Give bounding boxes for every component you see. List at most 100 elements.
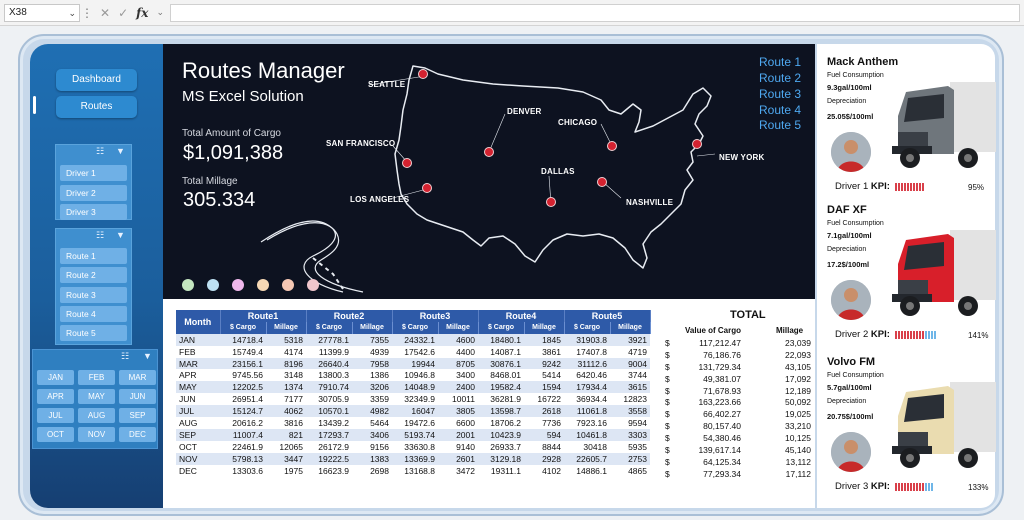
cargo-cell[interactable]: 15749.4	[220, 345, 266, 358]
millage-cell[interactable]: 1594	[524, 381, 564, 394]
formula-input[interactable]	[170, 3, 1020, 22]
millage-cell[interactable]: 3472	[438, 464, 478, 477]
millage-cell[interactable]: 4062	[266, 405, 306, 418]
millage-cell[interactable]: 4982	[352, 405, 392, 418]
millage-cell[interactable]: 3744	[610, 369, 650, 382]
cargo-cell[interactable]: 10946.8	[392, 369, 438, 382]
cargo-cell[interactable]: 17934.4	[564, 381, 610, 394]
millage-cell[interactable]: 3805	[438, 405, 478, 418]
millage-cell[interactable]: 1845	[524, 333, 564, 346]
millage-cell[interactable]: 2601	[438, 452, 478, 465]
millage-cell[interactable]: 594	[524, 428, 564, 441]
month-cell[interactable]: JUL	[176, 405, 220, 418]
millage-cell[interactable]: 8705	[438, 357, 478, 370]
total-value-cell[interactable]: 76,186.76	[681, 349, 743, 361]
millage-cell[interactable]: 8844	[524, 440, 564, 453]
millage-cell[interactable]: 4400	[438, 345, 478, 358]
month-cell[interactable]: FEB	[176, 345, 220, 358]
millage-cell[interactable]: 3303	[610, 428, 650, 441]
cargo-cell[interactable]: 5193.74	[392, 428, 438, 441]
slicer-item-month[interactable]: AUG	[78, 408, 115, 423]
millage-cell[interactable]: 10011	[438, 393, 478, 406]
millage-cell[interactable]: 821	[266, 428, 306, 441]
millage-cell[interactable]: 3921	[610, 333, 650, 346]
millage-cell[interactable]: 9004	[610, 357, 650, 370]
cargo-cell[interactable]: 36281.9	[478, 393, 524, 406]
slicer-item-month[interactable]: FEB	[78, 370, 115, 385]
month-cell[interactable]: APR	[176, 369, 220, 382]
total-value-cell[interactable]: 139,617.14	[681, 444, 743, 456]
multi-select-icon[interactable]: ☷	[96, 146, 104, 157]
millage-cell[interactable]: 3206	[352, 381, 392, 394]
slicer-item-route-3[interactable]: Route 3	[60, 287, 127, 303]
total-value-cell[interactable]: 131,729.34	[681, 361, 743, 373]
cargo-cell[interactable]: 18706.2	[478, 417, 524, 429]
cargo-cell[interactable]: 10461.8	[564, 428, 610, 441]
millage-cell[interactable]: 16722	[524, 393, 564, 406]
cargo-cell[interactable]: 19222.5	[306, 452, 352, 465]
cargo-cell[interactable]: 22605.7	[564, 452, 610, 465]
millage-cell[interactable]: 3406	[352, 428, 392, 441]
cargo-cell[interactable]: 3129.18	[478, 452, 524, 465]
cargo-cell[interactable]: 26951.4	[220, 393, 266, 406]
month-cell[interactable]: AUG	[176, 417, 220, 429]
cargo-cell[interactable]: 19944	[392, 357, 438, 370]
cargo-cell[interactable]: 13439.2	[306, 417, 352, 429]
millage-cell[interactable]: 5318	[266, 333, 306, 346]
slicer-item-route-5[interactable]: Route 5	[60, 325, 127, 341]
millage-cell[interactable]: 7958	[352, 357, 392, 370]
millage-cell[interactable]: 4174	[266, 345, 306, 358]
month-cell[interactable]: MAR	[176, 357, 220, 370]
cargo-cell[interactable]: 10423.9	[478, 428, 524, 441]
millage-cell[interactable]: 9140	[438, 440, 478, 453]
cargo-cell[interactable]: 33630.8	[392, 440, 438, 453]
millage-cell[interactable]: 2753	[610, 452, 650, 465]
slicer-item-month[interactable]: JUL	[37, 408, 74, 423]
millage-cell[interactable]: 5414	[524, 369, 564, 382]
slicer-item-month[interactable]: OCT	[37, 427, 74, 442]
cargo-cell[interactable]: 16047	[392, 405, 438, 418]
millage-cell[interactable]: 1975	[266, 464, 306, 477]
cargo-cell[interactable]: 14886.1	[564, 464, 610, 477]
millage-cell[interactable]: 9594	[610, 417, 650, 429]
slicer-item-route-1[interactable]: Route 1	[60, 248, 127, 264]
month-cell[interactable]: JAN	[176, 333, 220, 346]
cargo-cell[interactable]: 9745.56	[220, 369, 266, 382]
slicer-item-route-4[interactable]: Route 4	[60, 306, 127, 322]
cancel-icon[interactable]: ✕	[100, 6, 110, 20]
chevron-down-icon[interactable]: ⌄	[68, 5, 76, 21]
total-millage-cell[interactable]: 45,140	[743, 444, 813, 456]
slicer-item-month[interactable]: SEP	[119, 408, 156, 423]
millage-cell[interactable]: 7736	[524, 417, 564, 429]
total-millage-cell[interactable]: 10,125	[743, 432, 813, 444]
cargo-cell[interactable]: 13303.6	[220, 464, 266, 477]
slicer-item-month[interactable]: MAY	[78, 389, 115, 404]
cargo-cell[interactable]: 30418	[564, 440, 610, 453]
dashboard-button[interactable]: Dashboard	[56, 69, 137, 91]
cargo-cell[interactable]: 14718.4	[220, 333, 266, 346]
cargo-cell[interactable]: 14048.9	[392, 381, 438, 394]
slicer-item-month[interactable]: NOV	[78, 427, 115, 442]
millage-cell[interactable]: 5935	[610, 440, 650, 453]
millage-cell[interactable]: 7355	[352, 333, 392, 346]
month-cell[interactable]: JUN	[176, 393, 220, 406]
total-millage-cell[interactable]: 13,112	[743, 456, 813, 468]
cargo-cell[interactable]: 5798.13	[220, 452, 266, 465]
millage-cell[interactable]: 3447	[266, 452, 306, 465]
cargo-cell[interactable]: 7910.74	[306, 381, 352, 394]
total-millage-cell[interactable]: 17,112	[743, 468, 813, 480]
cargo-cell[interactable]: 26933.7	[478, 440, 524, 453]
millage-cell[interactable]: 5464	[352, 417, 392, 429]
slicer-item-driver-1[interactable]: Driver 1	[60, 165, 127, 181]
insert-function-icon[interactable]: fx	[136, 6, 148, 20]
cargo-cell[interactable]: 19472.6	[392, 417, 438, 429]
total-millage-cell[interactable]: 23,039	[743, 337, 813, 349]
month-cell[interactable]: NOV	[176, 452, 220, 465]
total-millage-cell[interactable]: 19,025	[743, 408, 813, 420]
cargo-cell[interactable]: 14087.1	[478, 345, 524, 358]
month-cell[interactable]: DEC	[176, 464, 220, 477]
millage-cell[interactable]: 2618	[524, 405, 564, 418]
millage-cell[interactable]: 2928	[524, 452, 564, 465]
slicer-item-month[interactable]: DEC	[119, 427, 156, 442]
millage-cell[interactable]: 9156	[352, 440, 392, 453]
